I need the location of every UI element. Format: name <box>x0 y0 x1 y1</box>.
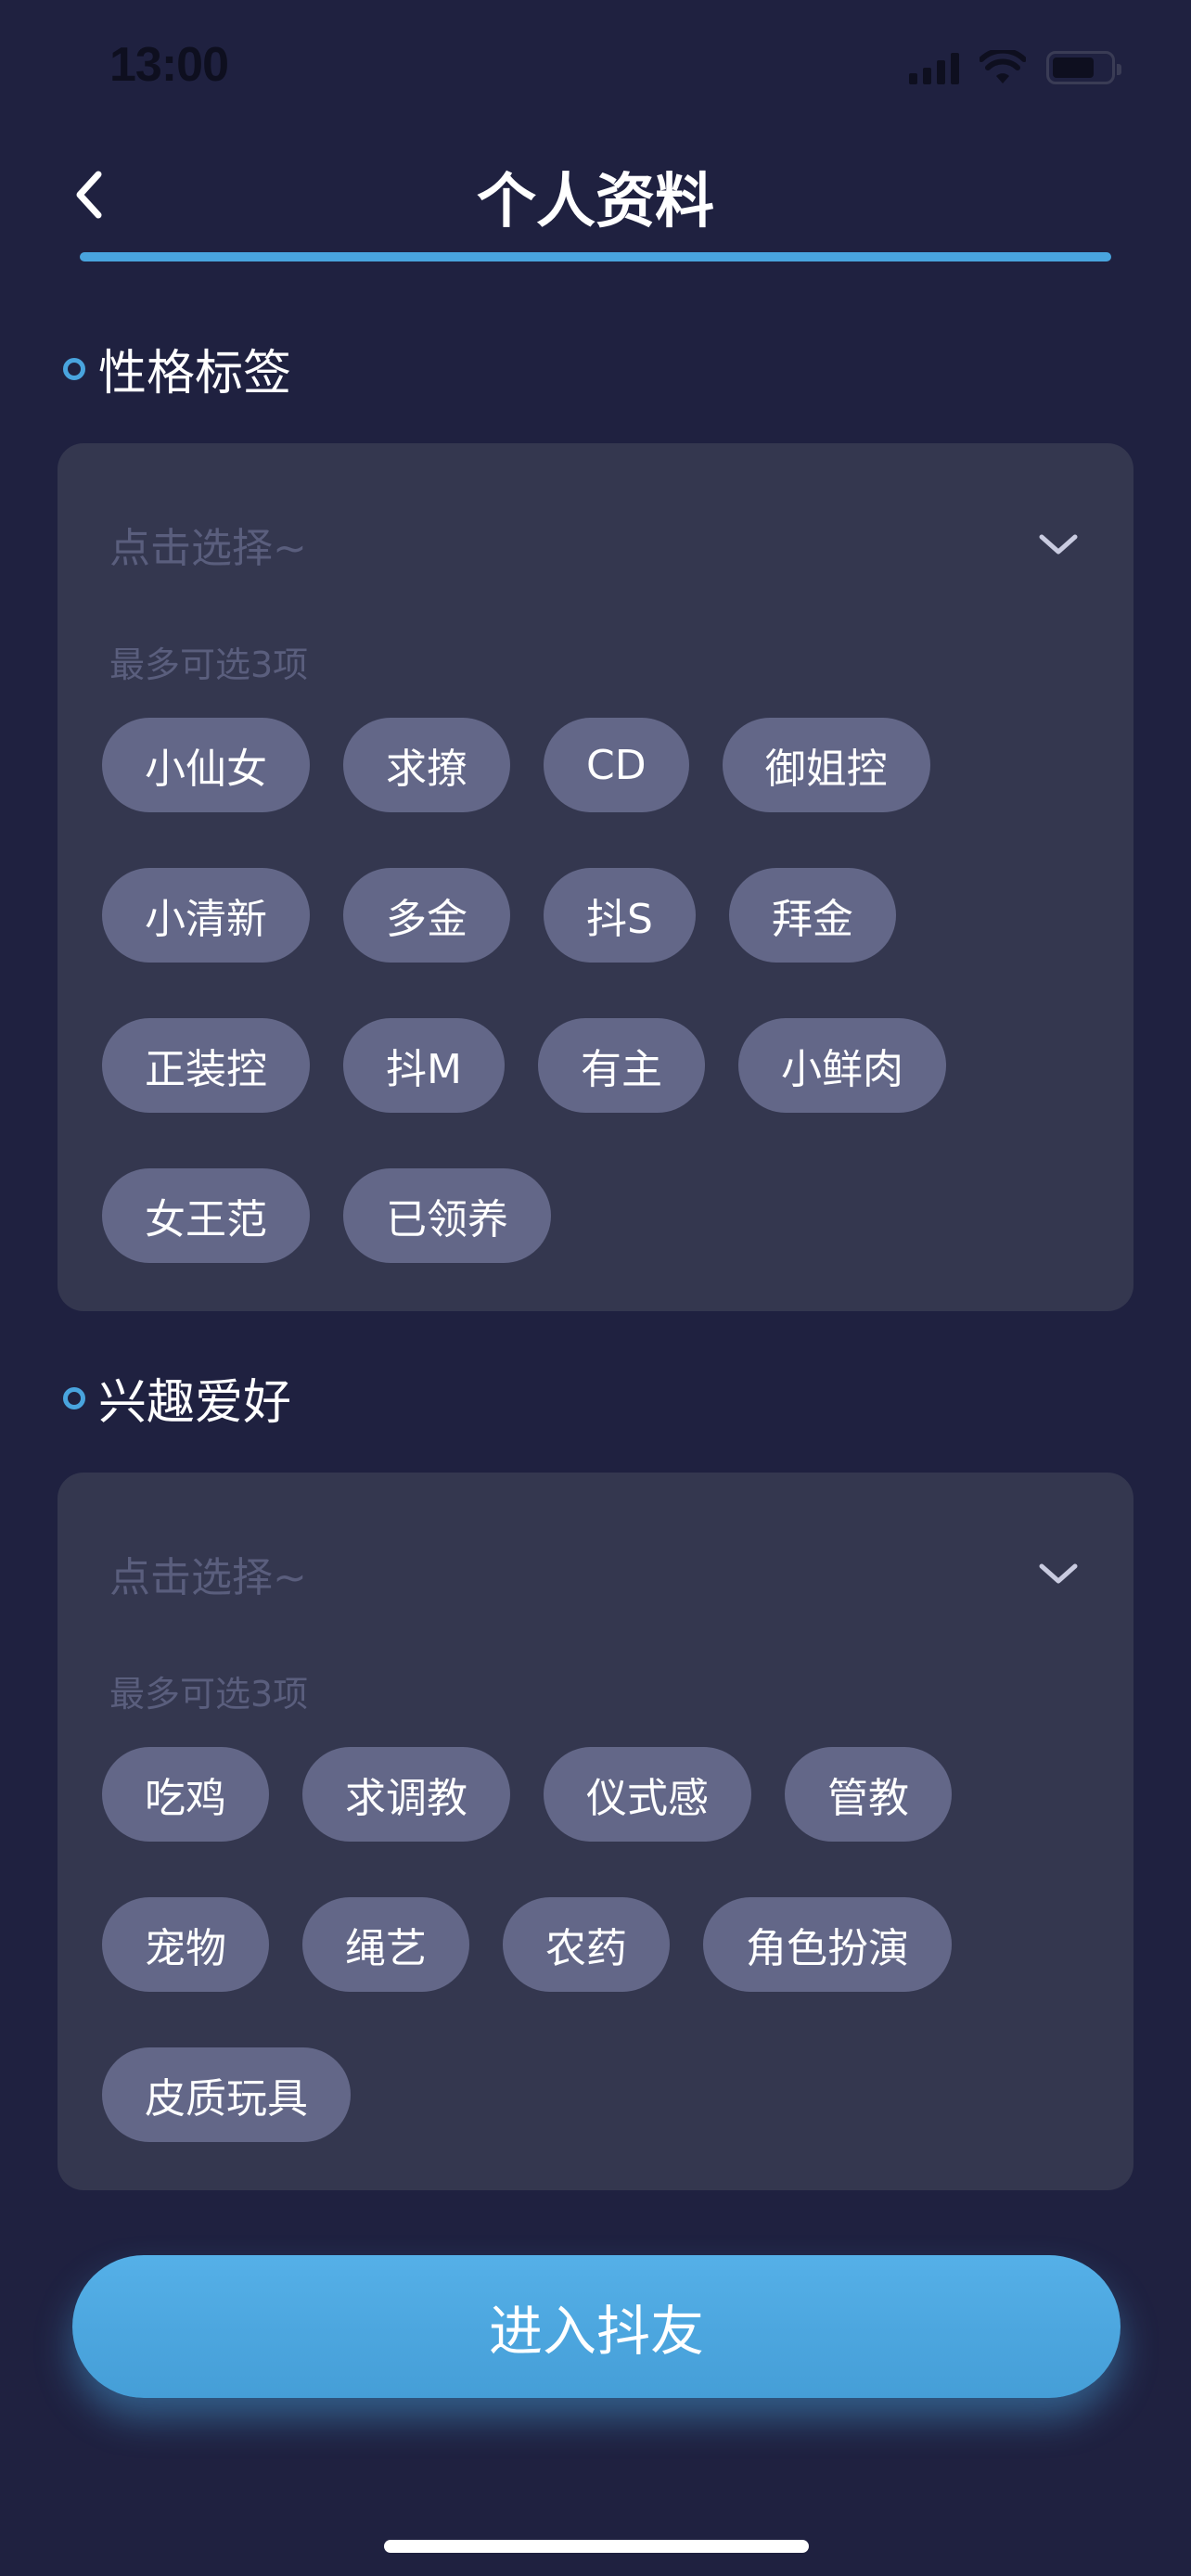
tag-chip[interactable]: 正装控 <box>102 1018 310 1113</box>
select-placeholder: 点击选择~ <box>109 1554 307 1601</box>
tag-chip[interactable]: 农药 <box>503 1897 670 1992</box>
tag-chip[interactable]: 小清新 <box>102 868 310 963</box>
status-bar: 13:00 <box>0 0 1191 139</box>
chevron-down-icon[interactable] <box>1035 526 1082 563</box>
cellular-signal-icon <box>909 51 959 84</box>
bullet-icon <box>63 1386 85 1409</box>
tag-chip[interactable]: 已领养 <box>343 1168 551 1263</box>
tag-chip[interactable]: CD <box>544 718 689 812</box>
profile-page: 13:00 个人资料 性格标签 点击选择~ 最多可选3项 小仙女 求撩 CD 御… <box>0 0 1191 2576</box>
tag-chip[interactable]: 抖S <box>544 868 696 963</box>
selection-hint: 最多可选3项 <box>109 1674 309 1715</box>
select-placeholder: 点击选择~ <box>109 525 307 572</box>
selection-hint: 最多可选3项 <box>109 644 309 685</box>
tag-chip[interactable]: 吃鸡 <box>102 1747 269 1842</box>
tag-chip[interactable]: 仪式感 <box>544 1747 751 1842</box>
tag-chip[interactable]: 有主 <box>537 1018 705 1113</box>
personality-select[interactable]: 点击选择~ <box>109 512 1082 577</box>
tag-chip[interactable]: 女王范 <box>102 1168 310 1263</box>
tag-chip[interactable]: 宠物 <box>102 1897 269 1992</box>
tag-chip[interactable]: 小仙女 <box>102 718 310 812</box>
hobbies-card: 点击选择~ 最多可选3项 吃鸡 求调教 仪式感 管教 宠物 绳艺 农药 角色扮演… <box>58 1473 1133 2190</box>
tag-chip[interactable]: 皮质玩具 <box>102 2047 351 2142</box>
battery-icon <box>1046 51 1121 84</box>
chevron-down-icon[interactable] <box>1035 1555 1082 1592</box>
status-icons <box>909 46 1121 89</box>
tag-chip[interactable]: 小鲜肉 <box>737 1018 946 1113</box>
tag-chip[interactable]: 抖M <box>343 1018 505 1113</box>
tag-chip[interactable]: 求调教 <box>302 1747 510 1842</box>
home-indicator[interactable] <box>384 2540 809 2553</box>
hobbies-select[interactable]: 点击选择~ <box>109 1541 1082 1606</box>
personality-section-header: 性格标签 <box>63 334 291 403</box>
wifi-icon <box>980 50 1026 83</box>
tag-chip[interactable]: 御姐控 <box>722 718 930 812</box>
page-title: 个人资料 <box>477 168 714 236</box>
tag-chip[interactable]: 多金 <box>343 868 510 963</box>
nav-bar: 个人资料 <box>0 139 1191 261</box>
section-title: 性格标签 <box>98 346 292 402</box>
title-underline <box>80 252 1111 261</box>
status-time: 13:00 <box>109 38 229 92</box>
tag-chip[interactable]: 求撩 <box>343 718 510 812</box>
personality-tag-list: 小仙女 求撩 CD 御姐控 小清新 多金 抖S 拜金 正装控 抖M 有主 小鲜肉… <box>102 718 1085 1263</box>
bullet-icon <box>63 357 85 380</box>
hobbies-section-header: 兴趣爱好 <box>63 1363 291 1433</box>
section-title: 兴趣爱好 <box>98 1375 292 1431</box>
tag-chip[interactable]: 绳艺 <box>302 1897 469 1992</box>
tag-chip[interactable]: 管教 <box>785 1747 952 1842</box>
enter-button[interactable]: 进入抖友 <box>72 2255 1121 2398</box>
hobbies-tag-list: 吃鸡 求调教 仪式感 管教 宠物 绳艺 农药 角色扮演 皮质玩具 <box>102 1747 1085 2142</box>
tag-chip[interactable]: 角色扮演 <box>703 1897 952 1992</box>
personality-card: 点击选择~ 最多可选3项 小仙女 求撩 CD 御姐控 小清新 多金 抖S 拜金 … <box>58 443 1133 1311</box>
tag-chip[interactable]: 拜金 <box>728 868 896 963</box>
